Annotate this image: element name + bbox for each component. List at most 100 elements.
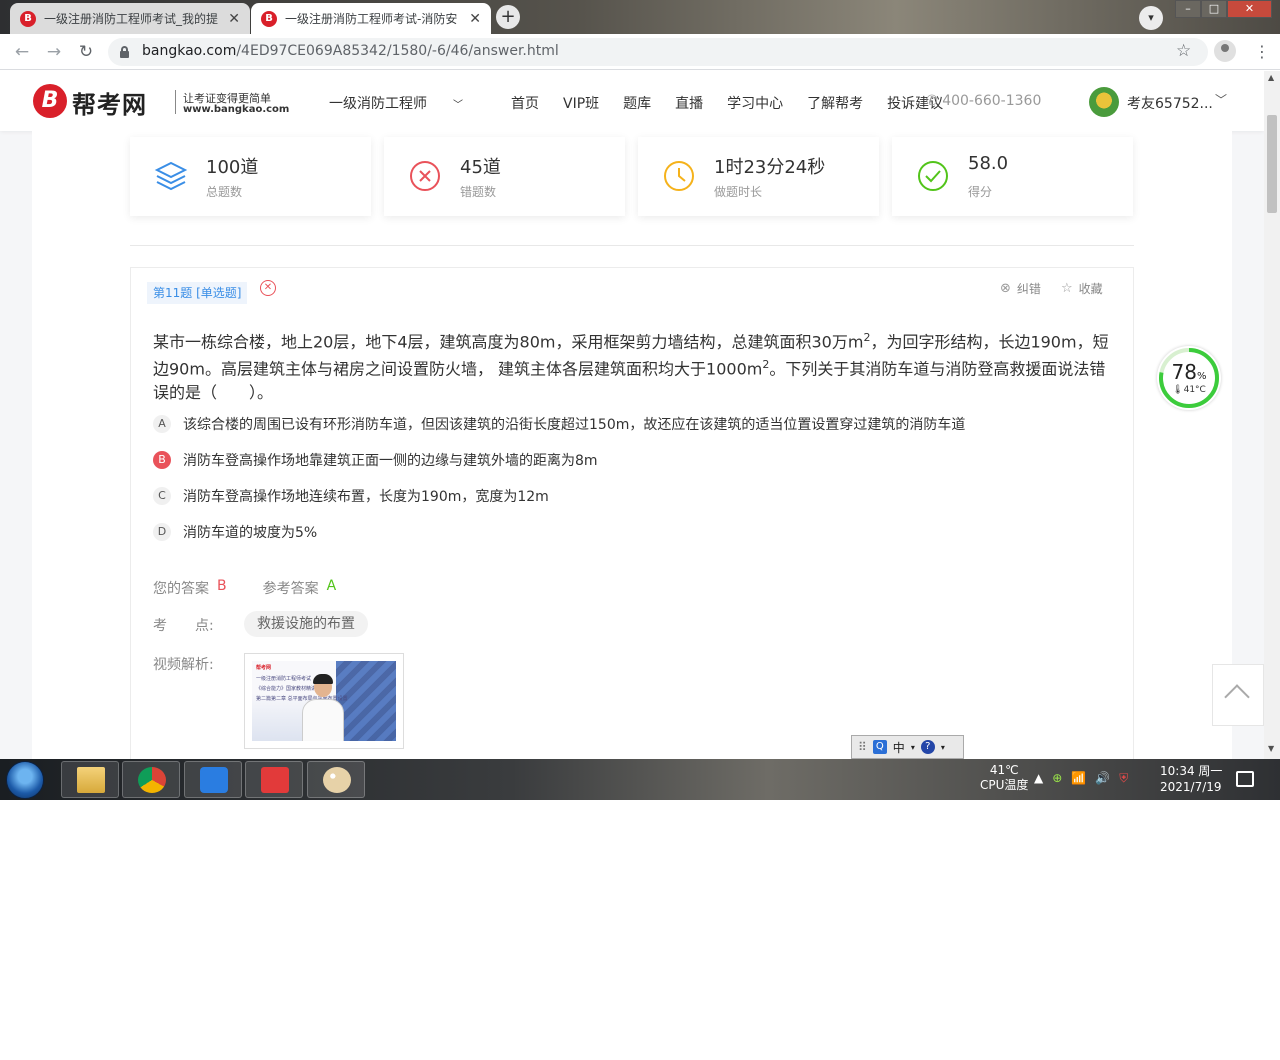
tab-title: 一级注册消防工程师考试_我的提 — [44, 12, 219, 26]
chevron-up-icon — [1224, 684, 1250, 710]
nav-question-bank[interactable]: 题库 — [623, 93, 651, 113]
reload-icon[interactable]: ↻ — [76, 42, 96, 62]
scroll-down-icon[interactable]: ▼ — [1268, 744, 1274, 753]
ime-more-icon[interactable]: ▾ — [941, 743, 945, 752]
stat-total: 100道 总题数 — [130, 137, 371, 216]
clock-icon — [664, 161, 694, 191]
divider — [130, 245, 1134, 246]
nav-exam-select[interactable]: 一级消防工程师 ﹀ — [329, 93, 487, 113]
bangkao-favicon-icon: B — [261, 10, 277, 27]
favorite-button[interactable]: ☆ 收藏 — [1061, 280, 1103, 297]
minimize-icon[interactable]: – — [1175, 0, 1201, 18]
star-icon: ☆ — [1061, 281, 1073, 296]
maximize-icon[interactable]: □ — [1201, 0, 1227, 18]
stat-label: 总题数 — [206, 185, 243, 199]
option-b[interactable]: B 消防车登高操作场地靠建筑正面一侧的边缘与建筑外墙的距离为8m — [153, 450, 598, 470]
stat-wrong: 45道 错题数 — [384, 137, 625, 216]
forward-icon[interactable]: → — [44, 42, 64, 62]
question-tag: 第11题 [单选题] — [147, 282, 248, 304]
notes-icon[interactable] — [1236, 771, 1254, 787]
start-button-icon[interactable] — [6, 761, 44, 799]
main-content: 100道 总题数 45道 错题数 1时23分24秒 做题时长 58.0 得分 第… — [32, 131, 1232, 759]
logo-divider — [175, 90, 176, 114]
logo-text[interactable]: 帮考网 — [72, 85, 147, 120]
chevron-down-icon[interactable]: ﹀ — [1215, 91, 1227, 108]
nav-live[interactable]: 直播 — [675, 93, 703, 113]
page-viewport: B 帮考网 让考证变得更简单 www.bangkao.com 一级消防工程师 ﹀ … — [0, 71, 1264, 759]
tray-app-icon[interactable]: ⊕ — [1052, 771, 1062, 786]
cpu-usage-widget[interactable]: 78% 🌡41°C — [1157, 346, 1221, 410]
username[interactable]: 考友65752... — [1127, 93, 1213, 113]
avatar[interactable] — [1089, 87, 1119, 117]
scrollbar-thumb[interactable] — [1267, 115, 1277, 213]
ime-logo-icon[interactable]: Q — [872, 740, 887, 754]
stat-label: 做题时长 — [714, 185, 763, 199]
clock[interactable]: 10:34 周一 2021/7/19 — [1160, 763, 1222, 795]
knowledge-point-tag[interactable]: 救援设施的布置 — [244, 611, 368, 637]
tab-search-icon[interactable]: ▾ — [1139, 6, 1163, 30]
cpu-temp: 🌡41°C — [1172, 385, 1206, 395]
tab-close-icon[interactable]: ✕ — [469, 11, 481, 27]
browser-tab-1[interactable]: B 一级注册消防工程师考试_我的提 ✕ — [10, 3, 250, 34]
wrong-answer-icon: ✕ — [260, 280, 276, 296]
stat-duration: 1时23分24秒 做题时长 — [638, 137, 879, 216]
tray-cpu-temp[interactable]: 41℃ CPU温度 — [980, 763, 1028, 793]
back-icon[interactable]: ← — [12, 42, 32, 62]
menu-kebab-icon[interactable]: ⋮ — [1254, 42, 1270, 61]
presenter-body — [302, 699, 344, 741]
logo-domain: www.bangkao.com — [183, 104, 290, 115]
thermometer-icon: 🌡 — [1172, 385, 1184, 395]
volume-icon[interactable]: 🔊 — [1095, 771, 1110, 786]
tab-title: 一级注册消防工程师考试-消防安 — [285, 12, 458, 26]
address-bar[interactable]: bangkao.com/4ED97CE069A85342/1580/-6/46/… — [108, 38, 1208, 66]
stat-value: 58.0 — [968, 153, 1009, 174]
new-tab-button[interactable]: + — [496, 5, 520, 29]
taskbar-chrome[interactable] — [122, 761, 180, 798]
url-text: bangkao.com/4ED97CE069A85342/1580/-6/46/… — [142, 43, 559, 59]
ime-toolbar[interactable]: ⠿ Q 中 ▾ ? ▾ — [851, 735, 964, 759]
report-error-button[interactable]: ⊗ 纠错 — [1000, 280, 1041, 297]
ref-answer-label: 参考答案 — [262, 581, 319, 597]
ime-dropdown-icon[interactable]: ▾ — [911, 743, 915, 752]
question-stem: 某市一栋综合楼，地上20层，地下4层，建筑高度为80m，采用框架剪力墙结构，总建… — [153, 331, 1109, 402]
check-circle-icon — [918, 161, 948, 191]
taskbar-app-red[interactable] — [245, 761, 303, 798]
option-d[interactable]: D 消防车道的坡度为5% — [153, 522, 317, 542]
ime-mode[interactable]: 中 — [893, 739, 905, 756]
stat-value: 1时23分24秒 — [714, 157, 826, 178]
ime-help-icon[interactable]: ? — [920, 740, 935, 754]
nav-home[interactable]: 首页 — [511, 93, 539, 113]
option-c[interactable]: C 消防车登高操作场地连续布置，长度为190m，宽度为12m — [153, 486, 549, 506]
taskbar-explorer[interactable] — [61, 761, 119, 798]
video-thumbnail[interactable]: 帮考网 一级注册消防工程师考试 《综合能力》国家教材精讲 第二篇第二章 总平面布… — [244, 653, 404, 749]
nav-vip[interactable]: VIP班 — [563, 93, 599, 113]
browser-tab-2[interactable]: B 一级注册消防工程师考试-消防安 ✕ — [251, 3, 491, 34]
page-scrollbar[interactable]: ▲ ▼ — [1264, 71, 1280, 759]
scroll-up-icon[interactable]: ▲ — [1268, 73, 1274, 82]
palette-icon — [323, 767, 351, 793]
tray-shield-icon[interactable]: ⛨ — [1119, 771, 1128, 786]
stat-label: 得分 — [968, 185, 993, 199]
network-icon[interactable]: 📶 — [1071, 771, 1086, 786]
video-analysis-label: 视频解析: — [153, 657, 214, 673]
screen: B 一级注册消防工程师考试_我的提 ✕ B 一级注册消防工程师考试-消防安 ✕ … — [0, 0, 1280, 800]
profile-icon[interactable] — [1214, 40, 1236, 62]
clock-time: 10:34 周一 — [1160, 764, 1223, 778]
bangkao-logo-icon[interactable]: B — [33, 84, 67, 118]
cpu-percent: 78% — [1171, 360, 1207, 384]
your-answer: B — [217, 578, 227, 594]
option-letter: A — [153, 415, 171, 433]
video-frame: 帮考网 一级注册消防工程师考试 《综合能力》国家教材精讲 第二篇第二章 总平面布… — [252, 661, 396, 741]
window-close-icon[interactable]: ✕ — [1227, 0, 1272, 18]
taskbar-paint[interactable] — [307, 761, 365, 798]
option-letter: D — [153, 523, 171, 541]
back-to-top-button[interactable] — [1212, 664, 1264, 726]
option-a[interactable]: A 该综合楼的周围已设有环形消防车道，但因该建筑的沿街长度超过150m，故还应在… — [153, 414, 965, 434]
tray-expand-icon[interactable]: ▲ — [1034, 771, 1043, 786]
taskbar-editor[interactable] — [184, 761, 242, 798]
tab-close-icon[interactable]: ✕ — [228, 11, 240, 27]
tray-icons: ▲ ⊕ 📶 🔊 ⛨ — [1034, 771, 1137, 786]
nav-about[interactable]: 了解帮考 — [807, 93, 863, 113]
nav-learning-center[interactable]: 学习中心 — [727, 93, 783, 113]
bookmark-star-icon[interactable]: ☆ — [1176, 41, 1191, 61]
